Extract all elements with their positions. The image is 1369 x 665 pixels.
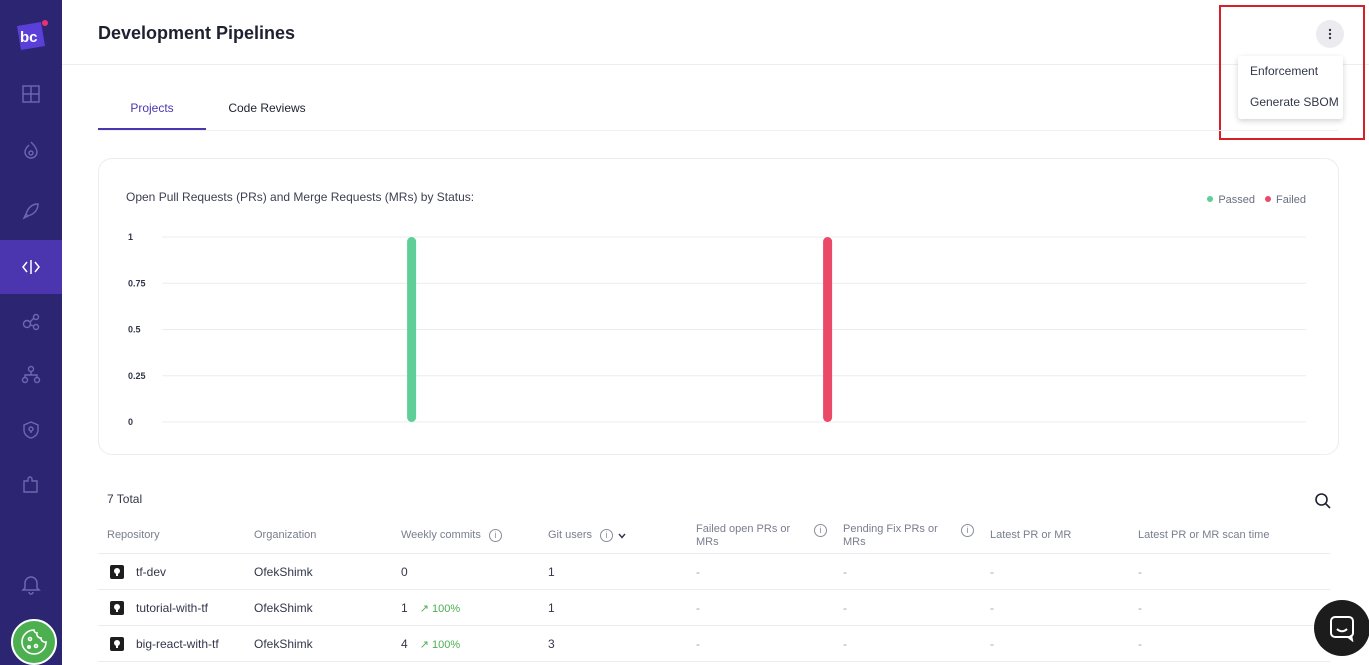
nav-dashboard-icon[interactable] [0, 67, 62, 121]
notifications-bell-icon[interactable] [19, 572, 43, 596]
bar-passed[interactable] [407, 237, 417, 422]
latest-pr-cell: - [990, 637, 994, 651]
pending-fix-cell: - [843, 601, 847, 615]
page-header: Development Pipelines [62, 0, 1369, 65]
cookie-icon [21, 629, 47, 655]
github-repo-icon [110, 637, 124, 651]
org-cell: OfekShimk [254, 601, 313, 615]
tab-bar: Projects Code Reviews [98, 92, 1338, 131]
scan-time-cell: - [1138, 637, 1142, 651]
page-title: Development Pipelines [98, 23, 296, 43]
table-row[interactable]: tf-dev OfekShimk 0 1 - - - - [98, 554, 1330, 590]
column-header-organization[interactable]: Organization [254, 517, 394, 554]
column-header-git-users[interactable]: Git users i [548, 517, 688, 554]
org-cell: OfekShimk [254, 637, 313, 651]
github-repo-icon [110, 601, 124, 615]
nav-plugin-icon[interactable] [0, 457, 62, 511]
pending-fix-cell: - [843, 565, 847, 579]
nav-shield-icon[interactable] [0, 403, 62, 457]
y-tick-label: 0 [128, 417, 133, 427]
column-header-weekly-commits[interactable]: Weekly commits i [401, 517, 541, 554]
tab-code-reviews[interactable]: Code Reviews [213, 92, 321, 130]
column-header-failed-open-prs[interactable]: Failed open PRs or MRs i [696, 517, 836, 554]
chevron-down-icon[interactable] [617, 531, 627, 541]
bridgecrew-logo[interactable]: bc [13, 18, 49, 54]
repo-cell[interactable]: tutorial-with-tf [98, 590, 208, 626]
failed-prs-cell: - [696, 637, 700, 651]
failed-prs-cell: - [696, 601, 700, 615]
tab-projects[interactable]: Projects [98, 92, 206, 130]
commits-cell: 1 ↗ 100% [401, 601, 461, 615]
github-repo-icon [110, 565, 124, 579]
scan-time-cell: - [1138, 601, 1142, 615]
nav-connections-icon[interactable] [0, 295, 62, 349]
org-cell: OfekShimk [254, 565, 313, 579]
info-icon[interactable]: i [488, 529, 502, 542]
latest-pr-cell: - [990, 565, 994, 579]
y-tick-label: 0.5 [128, 325, 141, 335]
table-header: Repository Organization Weekly commits i … [98, 517, 1330, 554]
repo-cell[interactable]: big-react-with-tf [98, 626, 219, 662]
pending-fix-cell: - [843, 637, 847, 651]
nav-rocket-icon[interactable] [0, 184, 62, 238]
latest-pr-cell: - [990, 601, 994, 615]
sidebar: bc [0, 0, 62, 665]
bar-failed[interactable] [823, 237, 833, 422]
y-tick-label: 1 [128, 232, 133, 242]
column-header-pending-fix-prs[interactable]: Pending Fix PRs or MRs i [843, 517, 983, 554]
column-header-repository[interactable]: Repository [107, 517, 247, 554]
pr-status-chart-card: Open Pull Requests (PRs) and Merge Reque… [98, 158, 1339, 455]
cookie-settings-button[interactable] [11, 619, 57, 665]
failed-prs-cell: - [696, 565, 700, 579]
search-icon[interactable] [1314, 492, 1332, 510]
y-tick-label: 0.25 [128, 371, 146, 381]
table-row[interactable]: big-react-with-tf OfekShimk 4 ↗ 100% 3 - … [98, 626, 1330, 662]
column-header-latest-pr[interactable]: Latest PR or MR [990, 517, 1130, 554]
total-count: 7 Total [107, 492, 143, 506]
info-icon[interactable]: i [814, 524, 827, 537]
git-users-cell: 1 [548, 565, 555, 579]
nav-code-icon[interactable] [0, 240, 62, 294]
repo-cell[interactable]: tf-dev [98, 554, 166, 590]
column-header-latest-scan-time[interactable]: Latest PR or MR scan time [1138, 517, 1318, 554]
pr-status-chart: 1 0.75 0.5 0.25 0 [128, 232, 1306, 427]
scan-time-cell: - [1138, 565, 1142, 579]
support-chat-button[interactable] [1314, 600, 1369, 656]
git-users-cell: 1 [548, 601, 555, 615]
info-icon[interactable]: i [600, 529, 614, 542]
table-row[interactable]: tutorial-with-tf OfekShimk 1 ↗ 100% 1 - -… [98, 590, 1330, 626]
commits-cell: 4 ↗ 100% [401, 637, 461, 651]
nav-hierarchy-icon[interactable] [0, 348, 62, 402]
commits-cell: 0 [401, 565, 408, 579]
y-tick-label: 0.75 [128, 278, 146, 288]
svg-text:bc: bc [20, 29, 38, 46]
git-users-cell: 3 [548, 637, 555, 651]
chat-icon [1330, 616, 1354, 642]
nav-incidents-icon[interactable] [0, 123, 62, 177]
info-icon[interactable]: i [961, 524, 974, 537]
